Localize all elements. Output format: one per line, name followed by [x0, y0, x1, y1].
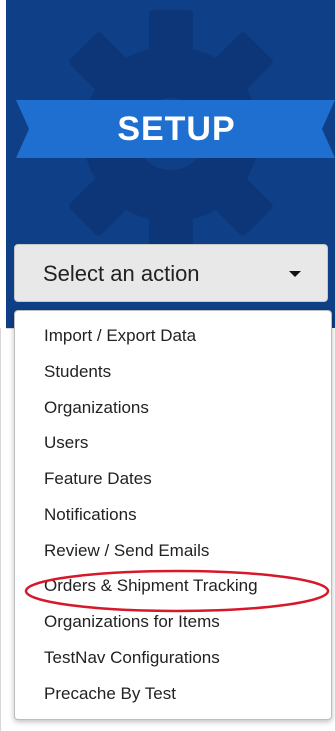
menu-item-users[interactable]: Users	[15, 426, 331, 460]
menu-item-label: Orders & Shipment Tracking	[44, 576, 258, 595]
setup-title: SETUP	[117, 110, 236, 148]
menu-item-review-send-emails[interactable]: Review / Send Emails	[15, 534, 331, 568]
menu-item-import-export-data[interactable]: Import / Export Data	[15, 319, 331, 353]
screen: SETUP Select an action Import / Export D…	[0, 0, 335, 731]
action-dropdown-menu: Import / Export Data Students Organizati…	[14, 310, 332, 720]
menu-item-label: Organizations	[44, 398, 149, 417]
menu-item-label: Organizations for Items	[44, 612, 220, 631]
menu-item-label: Precache By Test	[44, 684, 176, 703]
menu-item-organizations[interactable]: Organizations	[15, 391, 331, 425]
select-action-button[interactable]: Select an action	[14, 244, 328, 302]
menu-item-label: Review / Send Emails	[44, 541, 210, 560]
menu-item-organizations-for-items[interactable]: Organizations for Items	[15, 605, 331, 639]
select-action-label: Select an action	[43, 261, 200, 286]
menu-item-orders-shipment-tracking[interactable]: Orders & Shipment Tracking	[15, 569, 331, 603]
menu-item-notifications[interactable]: Notifications	[15, 498, 331, 532]
caret-down-icon	[289, 271, 301, 277]
menu-item-label: Feature Dates	[44, 469, 152, 488]
page-edge	[0, 328, 7, 731]
menu-item-testnav-configurations[interactable]: TestNav Configurations	[15, 641, 331, 675]
menu-item-label: TestNav Configurations	[44, 648, 220, 667]
menu-item-label: Notifications	[44, 505, 137, 524]
menu-item-precache-by-test[interactable]: Precache By Test	[15, 677, 331, 711]
menu-item-students[interactable]: Students	[15, 355, 331, 389]
menu-item-feature-dates[interactable]: Feature Dates	[15, 462, 331, 496]
menu-item-label: Import / Export Data	[44, 326, 197, 345]
menu-item-label: Students	[44, 362, 112, 381]
menu-item-label: Users	[44, 433, 89, 452]
